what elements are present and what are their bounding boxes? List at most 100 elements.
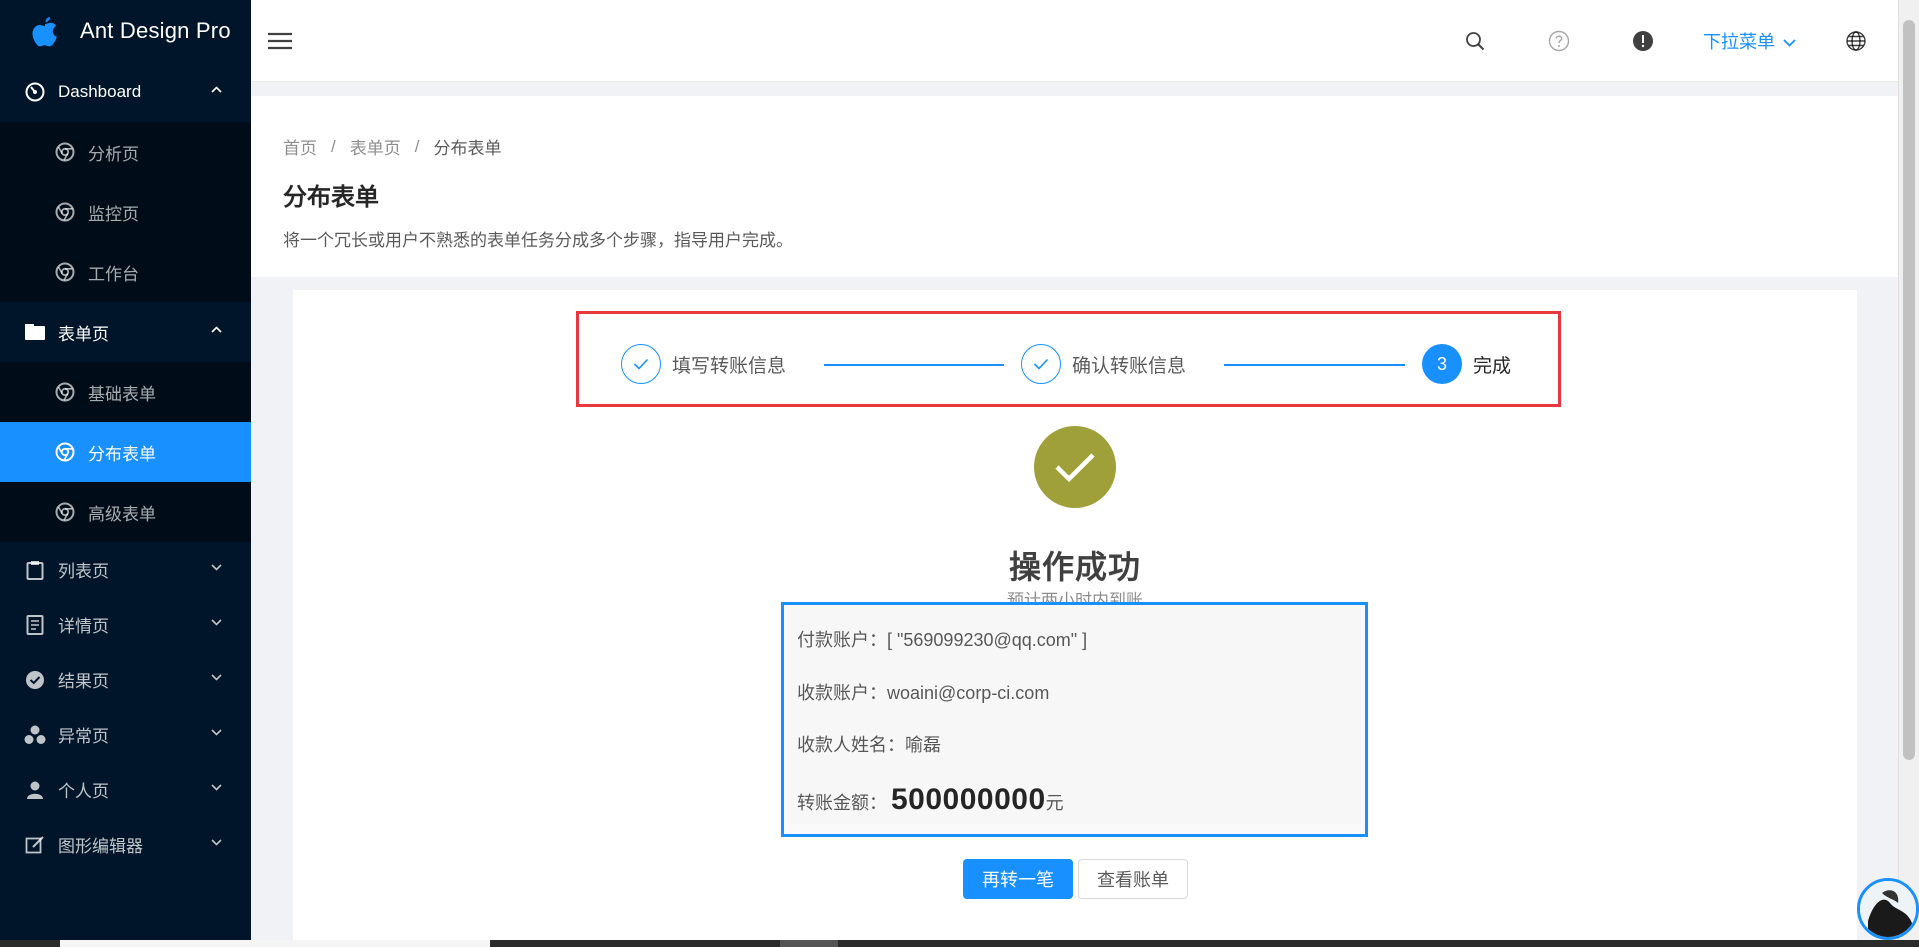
menu-profile[interactable]: 详情页 [0,597,251,652]
chevron-down-icon [211,673,222,684]
user-icon [24,779,46,801]
clipboard-icon [24,559,46,581]
question-circle-icon[interactable] [1517,0,1601,82]
global-language-icon[interactable] [1814,0,1898,82]
menu-label: 监控页 [88,204,139,224]
scrollbar-thumb[interactable] [1903,20,1915,760]
logo[interactable]: Ant Design Pro [0,0,251,62]
menu-monitor[interactable]: 监控页 [0,182,251,242]
menu-result[interactable]: 结果页 [0,652,251,707]
info-key: 收款人姓名： [797,735,905,755]
chevron-down-icon [211,563,222,574]
menu-fold-icon[interactable] [267,30,293,52]
chevron-up-icon [211,86,222,96]
taskbar-window[interactable] [780,940,838,947]
menu-editor[interactable]: 图形编辑器 [0,817,251,872]
step-title: 确认转账信息 [1072,355,1187,377]
page-header: 首页 / 表单页 / 分布表单 分布表单 将一个冗长或用户不熟悉的表单任务分成多… [251,96,1898,277]
info-row-name: 收款人姓名： 喻磊 [797,731,941,757]
search-icon[interactable] [1433,0,1517,82]
info-value: 喻磊 [905,735,941,755]
avatar[interactable] [1857,878,1919,940]
menu-label: 异常页 [58,727,109,746]
page-description: 将一个冗长或用户不熟悉的表单任务分成多个步骤，指导用户完成。 [283,231,793,250]
chrome-icon [54,141,76,163]
menu-account[interactable]: 个人页 [0,762,251,817]
profile-icon [24,614,46,636]
transfer-again-button[interactable]: 再转一笔 [963,859,1073,899]
step-connector [824,364,1004,366]
dashboard-icon [24,81,46,103]
menu-label: 详情页 [58,617,109,636]
breadcrumb-home[interactable]: 首页 [283,134,317,159]
menu-list[interactable]: 列表页 [0,542,251,597]
info-value: [ "569099230@qq.com" ] [887,630,1088,650]
view-bill-button[interactable]: 查看账单 [1078,859,1188,899]
check-icon [1021,344,1061,384]
result-subtitle: 预计两小时内到账 [1007,591,1143,602]
amount-unit: 元 [1045,793,1064,813]
sidebar: Ant Design Pro Dashboard 分析页 监控页 工作台 表单页 [0,0,251,940]
menu-exception[interactable]: 异常页 [0,707,251,762]
app-title: Ant Design Pro [80,18,231,43]
chrome-icon [54,441,76,463]
menu-dashboard[interactable]: Dashboard [0,62,251,122]
steps: 填写转账信息 确认转账信息 3 完成 [576,311,1561,407]
menu-basic-form[interactable]: 基础表单 [0,362,251,422]
chevron-down-icon [211,728,222,739]
step-connector [1224,364,1405,366]
header-dropdown-label: 下拉菜单 [1703,32,1775,52]
menu-analysis[interactable]: 分析页 [0,122,251,182]
info-key: 转账金额： [797,793,887,813]
info-row-amount: 转账金额： 500000000 元 [797,783,1064,817]
menu-label: 表单页 [58,324,109,344]
step-title: 完成 [1473,355,1512,377]
menu-form[interactable]: 表单页 [0,302,251,362]
step-number: 3 [1422,344,1462,384]
taskbar-window[interactable] [60,940,490,947]
menu-label: 个人页 [58,782,109,801]
chevron-down-icon [211,783,222,794]
menu-label: Dashboard [58,82,142,101]
menu-label: 图形编辑器 [58,837,143,856]
transfer-info-body: 付款账户： [ "569099230@qq.com" ] 收款账户： woain… [787,608,1362,824]
success-check-icon [1034,426,1116,508]
page-title: 分布表单 [283,184,379,211]
step-1: 填写转账信息 [621,344,786,384]
apple-logo-icon [30,15,60,47]
breadcrumb-form[interactable]: 表单页 [350,134,401,159]
check-circle-icon [24,669,46,691]
step-title: 填写转账信息 [672,355,787,377]
result-title: 操作成功 [1008,549,1141,585]
chevron-up-icon [211,326,222,336]
header-actions: 下拉菜单 [1433,0,1898,82]
warning-icon [24,724,46,746]
chrome-icon [54,201,76,223]
breadcrumb-current: 分布表单 [433,139,502,158]
info-row-payee: 收款账户： woaini@corp-ci.com [797,679,1049,705]
chrome-icon [54,501,76,523]
step-3: 3 完成 [1422,344,1511,384]
menu-label: 高级表单 [88,504,156,524]
form-icon [24,321,46,343]
check-icon [621,344,661,384]
menu-label: 分析页 [88,144,139,164]
menu-label: 列表页 [58,562,109,581]
menu-workplace[interactable]: 工作台 [0,242,251,302]
transfer-info: 付款账户： [ "569099230@qq.com" ] 收款账户： woain… [781,602,1368,837]
menu-label: 工作台 [88,264,139,284]
menu-label: 基础表单 [88,384,156,404]
step-form-card: 填写转账信息 确认转账信息 3 完成 操作成功 预计两小时内到账 付款账户： [… [293,290,1857,940]
chrome-icon [54,261,76,283]
info-value: woaini@corp-ci.com [887,683,1050,703]
info-row-payer: 付款账户： [ "569099230@qq.com" ] [797,626,1087,652]
scrollbar[interactable] [1898,0,1919,940]
info-key: 收款账户： [797,683,887,703]
global-header: 下拉菜单 [251,0,1898,82]
header-dropdown[interactable]: 下拉菜单 [1685,0,1814,82]
menu-step-form[interactable]: 分布表单 [0,422,251,482]
taskbar [0,940,1919,947]
menu-label: 结果页 [58,672,109,691]
menu-advanced-form[interactable]: 高级表单 [0,482,251,542]
notification-icon[interactable] [1601,0,1685,82]
